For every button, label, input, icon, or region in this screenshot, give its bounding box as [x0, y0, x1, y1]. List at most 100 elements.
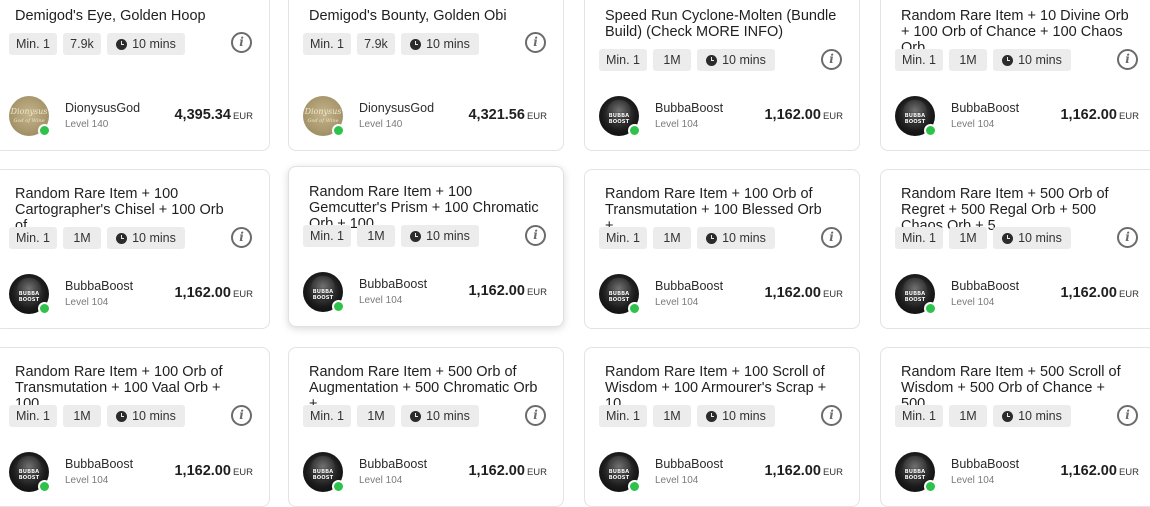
stock-chip: 1M: [949, 49, 987, 71]
listing-card[interactable]: Speed Run Cyclone-Molten (Bundle Build) …: [584, 0, 860, 151]
listing-price: 1,162.00 EUR: [1060, 285, 1139, 301]
delivery-time-chip: 10 mins: [697, 227, 775, 249]
listing-card[interactable]: Demigod's Bounty, Golden Obi Min. 1 7.9k 10…: [288, 0, 564, 151]
online-status-indicator: [38, 480, 51, 493]
seller-name[interactable]: BubbaBoost: [951, 279, 1019, 293]
listing-card[interactable]: Random Rare Item + 500 Orb of Regret + 5…: [880, 169, 1150, 329]
avatar-logo-text: Dionysus: [10, 107, 48, 116]
listing-card[interactable]: Random Rare Item + 100 Cartographer's Ch…: [0, 169, 270, 329]
listing-price: 1,162.00 EUR: [468, 463, 547, 479]
listing-card[interactable]: Random Rare Item + 500 Scroll of Wisdom …: [880, 347, 1150, 507]
clock-icon: [706, 232, 718, 244]
bubbaboost-avatar[interactable]: BUBBA BOOST: [303, 272, 345, 313]
bubbaboost-avatar[interactable]: BUBBA BOOST: [895, 452, 937, 493]
seller-name[interactable]: BubbaBoost: [65, 457, 133, 471]
min-quantity-chip: Min. 1: [895, 405, 943, 427]
listing-card[interactable]: Random Rare Item + 10 Divine Orb + 100 O…: [880, 0, 1150, 151]
min-quantity-chip: Min. 1: [599, 227, 647, 249]
info-icon[interactable]: i: [1117, 227, 1138, 248]
seller-level: Level 104: [65, 475, 109, 486]
listing-title[interactable]: Demigod's Eye, Golden Hoop: [15, 8, 251, 24]
dionysus-avatar[interactable]: Dionysus God of Wine: [303, 96, 345, 137]
listing-card[interactable]: Random Rare Item + 100 Gemcutter's Prism…: [288, 166, 564, 327]
bubbaboost-avatar[interactable]: BUBBA BOOST: [895, 96, 937, 137]
bubbaboost-avatar[interactable]: BUBBA BOOST: [895, 274, 937, 315]
seller-name[interactable]: DionysusGod: [65, 101, 140, 115]
info-icon[interactable]: i: [821, 49, 842, 70]
delivery-time-chip: 10 mins: [993, 405, 1071, 427]
seller-level: Level 104: [65, 297, 109, 308]
min-quantity-chip: Min. 1: [9, 405, 57, 427]
bubbaboost-avatar[interactable]: BUBBA BOOST: [9, 274, 51, 315]
bubbaboost-avatar[interactable]: BUBBA BOOST: [9, 452, 51, 493]
info-icon[interactable]: i: [525, 225, 546, 246]
seller-level: Level 104: [359, 475, 403, 486]
delivery-time-label: 10 mins: [722, 53, 766, 67]
seller-level: Level 104: [951, 119, 995, 130]
info-icon[interactable]: i: [525, 405, 546, 426]
info-icon[interactable]: i: [821, 227, 842, 248]
bubbaboost-avatar[interactable]: BUBBA BOOST: [303, 452, 345, 493]
delivery-time-label: 10 mins: [132, 37, 176, 51]
online-status-indicator: [332, 480, 345, 493]
listing-card[interactable]: Random Rare Item + 100 Orb of Transmutat…: [584, 169, 860, 329]
listing-card[interactable]: Random Rare Item + 100 Scroll of Wisdom …: [584, 347, 860, 507]
seller-name[interactable]: BubbaBoost: [655, 279, 723, 293]
listing-card[interactable]: Random Rare Item + 100 Orb of Transmutat…: [0, 347, 270, 507]
bubbaboost-avatar[interactable]: BUBBA BOOST: [599, 96, 641, 137]
min-quantity-chip: Min. 1: [599, 405, 647, 427]
dionysus-avatar[interactable]: Dionysus God of Wine: [9, 96, 51, 137]
min-quantity-chip: Min. 1: [303, 225, 351, 247]
seller-name[interactable]: BubbaBoost: [951, 457, 1019, 471]
price-currency: EUR: [1118, 289, 1139, 300]
stock-chip: 1M: [949, 227, 987, 249]
listing-price: 4,395.34 EUR: [174, 107, 253, 123]
min-quantity-chip: Min. 1: [599, 49, 647, 71]
listing-card[interactable]: Demigod's Eye, Golden Hoop Min. 1 7.9k 10 m…: [0, 0, 270, 151]
seller-name[interactable]: BubbaBoost: [655, 457, 723, 471]
delivery-time-chip: 10 mins: [401, 33, 479, 55]
seller-name[interactable]: BubbaBoost: [951, 101, 1019, 115]
clock-icon: [116, 38, 128, 50]
seller-name[interactable]: BubbaBoost: [655, 101, 723, 115]
bubbaboost-avatar[interactable]: BUBBA BOOST: [599, 274, 641, 315]
listing-card[interactable]: Random Rare Item + 500 Orb of Augmentati…: [288, 347, 564, 507]
seller-name[interactable]: BubbaBoost: [65, 279, 133, 293]
info-icon[interactable]: i: [231, 32, 252, 53]
seller-name[interactable]: BubbaBoost: [359, 277, 427, 291]
price-value: 1,162.00: [174, 285, 231, 301]
delivery-time-chip: 10 mins: [401, 225, 479, 247]
price-value: 1,162.00: [468, 463, 525, 479]
info-icon[interactable]: i: [231, 405, 252, 426]
info-icon[interactable]: i: [525, 32, 546, 53]
min-quantity-chip: Min. 1: [9, 33, 57, 55]
clock-icon: [706, 410, 718, 422]
price-currency: EUR: [232, 111, 253, 122]
seller-name[interactable]: BubbaBoost: [359, 457, 427, 471]
info-icon[interactable]: i: [821, 405, 842, 426]
bubbaboost-avatar[interactable]: BUBBA BOOST: [599, 452, 641, 493]
seller-level: Level 104: [951, 475, 995, 486]
listing-price: 4,321.56 EUR: [468, 107, 547, 123]
listing-title[interactable]: Speed Run Cyclone-Molten (Bundle Build) …: [605, 8, 841, 40]
seller-level: Level 104: [655, 297, 699, 308]
delivery-time-chip: 10 mins: [697, 405, 775, 427]
info-icon[interactable]: i: [1117, 49, 1138, 70]
listing-price: 1,162.00 EUR: [468, 283, 547, 299]
info-icon[interactable]: i: [1117, 405, 1138, 426]
listing-price: 1,162.00 EUR: [174, 285, 253, 301]
online-status-indicator: [628, 480, 641, 493]
delivery-time-chip: 10 mins: [107, 227, 185, 249]
delivery-time-label: 10 mins: [426, 229, 470, 243]
listing-title[interactable]: Demigod's Bounty, Golden Obi: [309, 8, 545, 24]
info-icon[interactable]: i: [231, 227, 252, 248]
stock-chip: 1M: [653, 405, 691, 427]
price-value: 1,162.00: [764, 107, 821, 123]
price-currency: EUR: [232, 289, 253, 300]
delivery-time-label: 10 mins: [426, 409, 470, 423]
seller-level: Level 104: [655, 119, 699, 130]
delivery-time-label: 10 mins: [1018, 53, 1062, 67]
clock-icon: [706, 54, 718, 66]
min-quantity-chip: Min. 1: [895, 227, 943, 249]
seller-name[interactable]: DionysusGod: [359, 101, 434, 115]
